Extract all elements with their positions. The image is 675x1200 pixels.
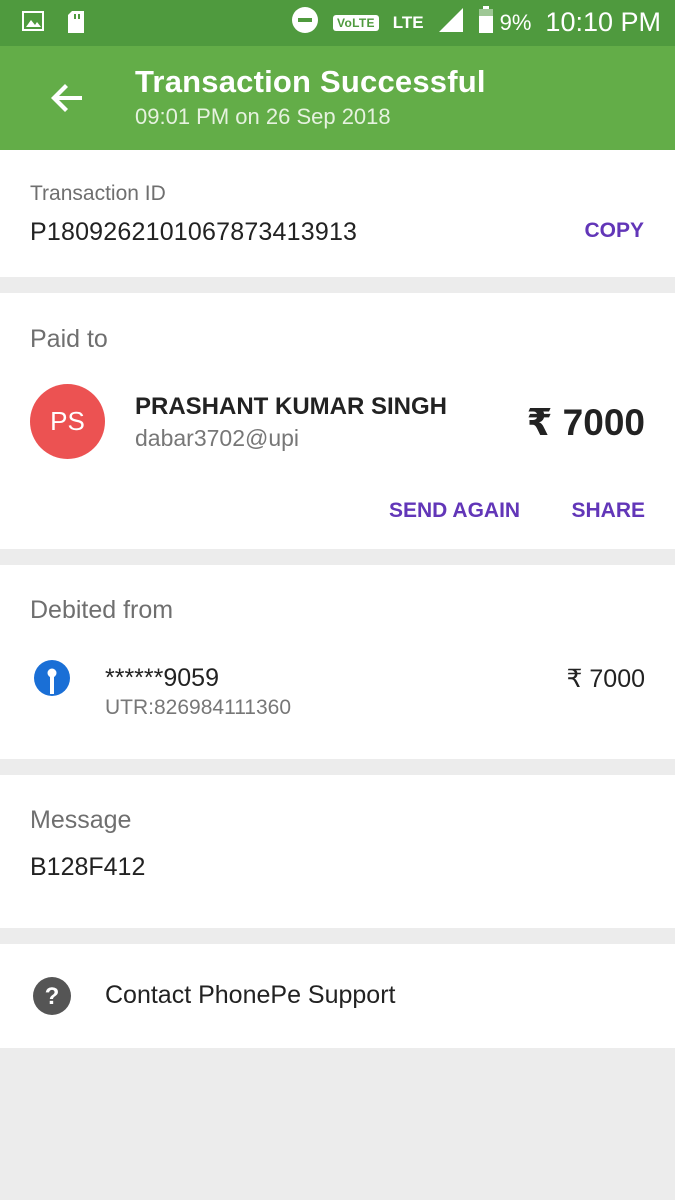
debited-from-card: Debited from ******9059 UTR:826984111360… [0,565,675,759]
battery-percent: 9% [499,9,532,35]
svg-text:?: ? [45,983,60,1010]
paid-to-label: Paid to [30,325,108,353]
page-title: Transaction Successful [135,64,486,99]
account-number: ******9059 [105,664,219,692]
help-icon: ? [33,977,71,1015]
transaction-id-label: Transaction ID [30,182,166,205]
payee-name: PRASHANT KUMAR SINGH [135,393,447,420]
app-bar: Transaction Successful 09:01 PM on 26 Se… [0,46,675,150]
clock: 10:10 PM [545,7,661,37]
battery-icon [478,6,494,39]
do-not-disturb-icon [291,6,319,39]
debited-from-label: Debited from [30,596,174,624]
gallery-icon [22,10,44,39]
back-arrow-icon[interactable] [50,80,86,116]
transaction-id-card: Transaction ID P1809262101067873413913 C… [0,150,675,277]
transaction-timestamp: 09:01 PM on 26 Sep 2018 [135,104,391,129]
paid-to-card: Paid to PS PRASHANT KUMAR SINGH dabar370… [0,293,675,549]
transaction-id-value: P1809262101067873413913 [30,218,358,246]
copy-button[interactable]: COPY [584,219,644,243]
bank-logo-icon [33,659,71,697]
contact-support-row[interactable]: ? Contact PhonePe Support [0,944,675,1048]
debited-amount: ₹ 7000 [566,665,645,693]
signal-icon [438,7,464,38]
message-card: Message B128F412 [0,775,675,928]
avatar: PS [30,384,105,459]
paid-amount: ₹ 7000 [526,402,645,443]
status-bar: VoLTE LTE 9% 10:10 PM [0,0,675,46]
message-label: Message [30,806,132,834]
send-again-button[interactable]: SEND AGAIN [389,499,520,523]
network-type: LTE [392,12,424,32]
volte-badge: VoLTE [333,14,379,31]
message-text: B128F412 [30,853,146,881]
share-button[interactable]: SHARE [571,499,645,523]
payee-upi-id: dabar3702@upi [135,425,300,451]
sd-card-icon [66,10,86,39]
contact-support-label: Contact PhonePe Support [105,981,396,1009]
utr-number: UTR:826984111360 [105,696,292,719]
